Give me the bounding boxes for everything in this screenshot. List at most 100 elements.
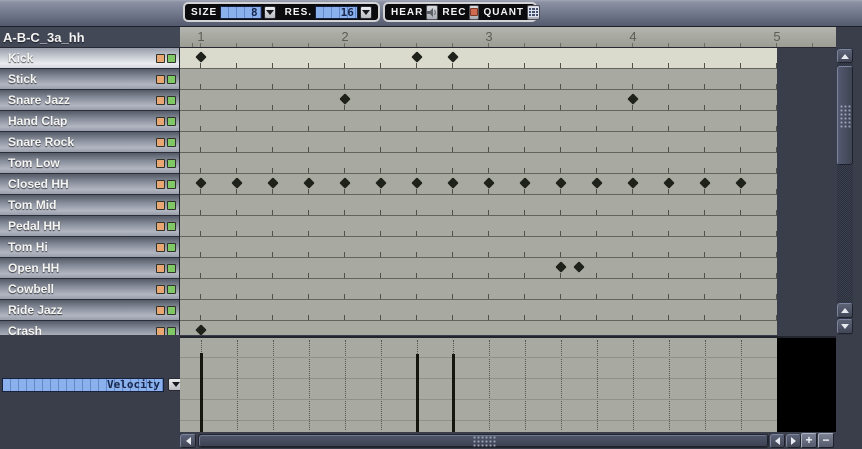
solo-button[interactable]: [167, 180, 176, 189]
note-property-lcd[interactable]: Velocity: [2, 378, 164, 392]
solo-button[interactable]: [167, 285, 176, 294]
note[interactable]: [573, 261, 584, 272]
note[interactable]: [591, 177, 602, 188]
note[interactable]: [447, 177, 458, 188]
note[interactable]: [339, 93, 350, 104]
timeline-ruler[interactable]: 12345: [180, 27, 836, 48]
instrument-row[interactable]: Snare Rock: [0, 132, 180, 153]
note-grid-row[interactable]: [180, 48, 777, 69]
instrument-row[interactable]: Snare Jazz: [0, 90, 180, 111]
mute-button[interactable]: [156, 264, 165, 273]
note-grid-row[interactable]: [180, 216, 777, 237]
note[interactable]: [483, 177, 494, 188]
note[interactable]: [555, 261, 566, 272]
quantize-events-button[interactable]: [527, 5, 540, 20]
velocity-bar[interactable]: [200, 353, 203, 432]
note[interactable]: [195, 51, 206, 62]
note-grid-row[interactable]: [180, 300, 777, 321]
scroll-left-button[interactable]: [180, 434, 196, 448]
res-value-lcd[interactable]: 16: [315, 6, 358, 19]
scroll-up-button-bottom[interactable]: [837, 303, 853, 318]
note[interactable]: [267, 177, 278, 188]
solo-button[interactable]: [167, 54, 176, 63]
velocity-bar[interactable]: [452, 354, 455, 432]
note[interactable]: [411, 51, 422, 62]
mute-button[interactable]: [156, 159, 165, 168]
note-grid-row[interactable]: [180, 195, 777, 216]
record-events-button[interactable]: [469, 5, 479, 20]
mute-button[interactable]: [156, 138, 165, 147]
note[interactable]: [195, 324, 206, 335]
note[interactable]: [627, 93, 638, 104]
instrument-row[interactable]: Cowbell: [0, 279, 180, 300]
note-grid-row[interactable]: [180, 258, 777, 279]
note[interactable]: [699, 177, 710, 188]
mute-button[interactable]: [156, 180, 165, 189]
note-grid-row[interactable]: [180, 132, 777, 153]
scroll-right-button[interactable]: [786, 434, 801, 448]
res-dropdown-button[interactable]: [360, 6, 372, 19]
hear-notes-button[interactable]: [426, 5, 438, 20]
note[interactable]: [555, 177, 566, 188]
mute-button[interactable]: [156, 117, 165, 126]
instrument-row[interactable]: Open HH: [0, 258, 180, 279]
solo-button[interactable]: [167, 75, 176, 84]
horizontal-scrollbar-thumb[interactable]: [199, 435, 768, 447]
note[interactable]: [627, 177, 638, 188]
note[interactable]: [375, 177, 386, 188]
mute-button[interactable]: [156, 75, 165, 84]
mute-button[interactable]: [156, 306, 165, 315]
note-grid-row[interactable]: [180, 90, 777, 111]
solo-button[interactable]: [167, 222, 176, 231]
note[interactable]: [339, 177, 350, 188]
instrument-row[interactable]: Hand Clap: [0, 111, 180, 132]
note[interactable]: [735, 177, 746, 188]
note[interactable]: [303, 177, 314, 188]
solo-button[interactable]: [167, 264, 176, 273]
note[interactable]: [519, 177, 530, 188]
note-grid-row[interactable]: [180, 321, 777, 335]
mute-button[interactable]: [156, 285, 165, 294]
mute-button[interactable]: [156, 222, 165, 231]
note[interactable]: [663, 177, 674, 188]
note-grid-row[interactable]: [180, 237, 777, 258]
scroll-left-button-right[interactable]: [770, 434, 785, 448]
instrument-row[interactable]: Stick: [0, 69, 180, 90]
instrument-row[interactable]: Crash: [0, 321, 180, 335]
note[interactable]: [447, 51, 458, 62]
mute-button[interactable]: [156, 243, 165, 252]
note-grid-row[interactable]: [180, 279, 777, 300]
solo-button[interactable]: [167, 327, 176, 336]
mute-button[interactable]: [156, 96, 165, 105]
mute-button[interactable]: [156, 201, 165, 210]
velocity-bar[interactable]: [416, 354, 419, 432]
vertical-scrollbar-thumb[interactable]: [837, 66, 853, 165]
instrument-row[interactable]: Tom Mid: [0, 195, 180, 216]
note-grid-row[interactable]: [180, 174, 777, 195]
instrument-row[interactable]: Tom Hi: [0, 237, 180, 258]
solo-button[interactable]: [167, 96, 176, 105]
note[interactable]: [195, 177, 206, 188]
mute-button[interactable]: [156, 327, 165, 336]
note-grid-row[interactable]: [180, 69, 777, 90]
instrument-row[interactable]: Tom Low: [0, 153, 180, 174]
horizontal-scrollbar-track[interactable]: [198, 434, 769, 448]
solo-button[interactable]: [167, 306, 176, 315]
note-grid-row[interactable]: [180, 153, 777, 174]
velocity-editor[interactable]: [180, 336, 777, 432]
note[interactable]: [231, 177, 242, 188]
zoom-in-button[interactable]: +: [801, 433, 817, 448]
solo-button[interactable]: [167, 138, 176, 147]
note-grid-row[interactable]: [180, 111, 777, 132]
instrument-row[interactable]: Pedal HH: [0, 216, 180, 237]
solo-button[interactable]: [167, 201, 176, 210]
scroll-down-button[interactable]: [837, 319, 853, 334]
instrument-row[interactable]: Closed HH: [0, 174, 180, 195]
scroll-up-button[interactable]: [837, 49, 853, 63]
solo-button[interactable]: [167, 243, 176, 252]
zoom-out-button[interactable]: −: [818, 433, 834, 448]
note[interactable]: [411, 177, 422, 188]
solo-button[interactable]: [167, 117, 176, 126]
size-value-lcd[interactable]: 8: [220, 6, 261, 19]
note-grid[interactable]: [180, 48, 777, 335]
